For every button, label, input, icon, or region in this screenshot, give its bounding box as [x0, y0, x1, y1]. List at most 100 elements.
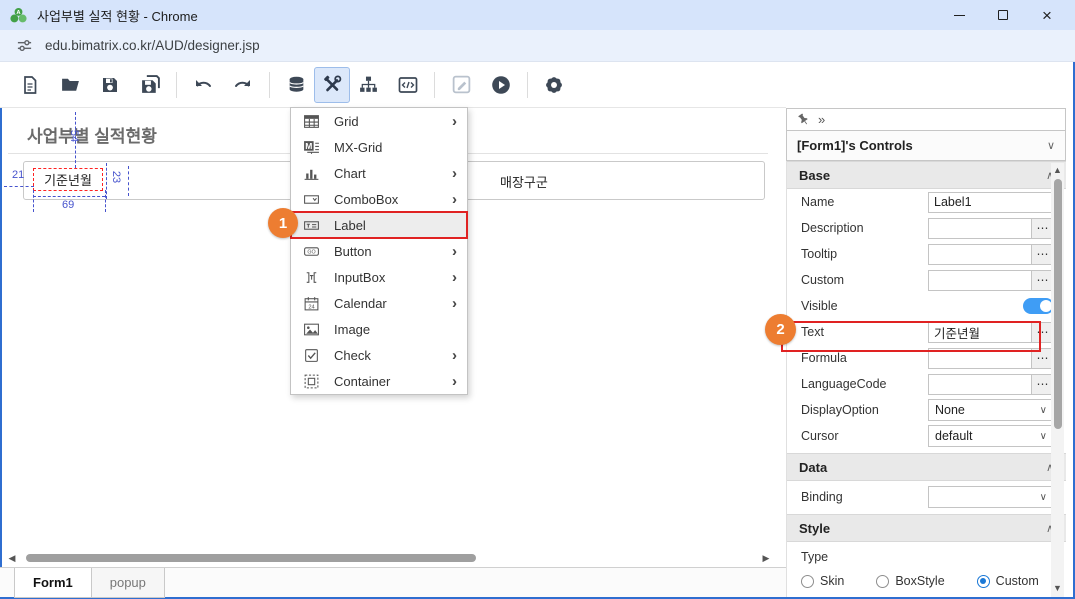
- guide-line-left: [4, 186, 34, 187]
- menu-item-calendar[interactable]: 24 Calendar ›: [291, 290, 467, 316]
- menu-item-combobox[interactable]: ComboBox ›: [291, 186, 467, 212]
- section-style[interactable]: Style ∧: [787, 514, 1066, 542]
- scroll-down-icon[interactable]: ▼: [1051, 583, 1064, 593]
- radio-custom[interactable]: [977, 575, 990, 588]
- submenu-arrow-icon: ›: [452, 270, 457, 285]
- maximize-icon: [998, 10, 1008, 20]
- guide-height-value: 23: [110, 171, 122, 183]
- menu-item-button[interactable]: GO Button ›: [291, 238, 467, 264]
- menu-item-label-control[interactable]: Label: [291, 212, 467, 238]
- save-all-button[interactable]: [132, 67, 168, 103]
- redo-button[interactable]: [225, 67, 261, 103]
- menu-item-check[interactable]: Check ›: [291, 342, 467, 368]
- maximize-button[interactable]: [981, 0, 1025, 30]
- edit-button[interactable]: [443, 67, 479, 103]
- component-tools-button[interactable]: [314, 67, 350, 103]
- component-menu: Grid › M MX-Grid Chart › ComboBox › Labe…: [290, 107, 468, 395]
- menu-item-image[interactable]: Image: [291, 316, 467, 342]
- save-button[interactable]: [92, 67, 128, 103]
- scrollbar-thumb[interactable]: [26, 554, 476, 562]
- cursor-select[interactable]: default∨: [928, 425, 1054, 447]
- undo-button[interactable]: [185, 67, 221, 103]
- ellipsis-button[interactable]: ⋯: [1031, 245, 1053, 264]
- prop-label: Formula: [801, 351, 928, 365]
- tab-popup[interactable]: popup: [92, 568, 165, 598]
- mx-grid-icon: M: [303, 139, 320, 156]
- tooltip-input[interactable]: [929, 245, 1031, 264]
- menu-item-label: InputBox: [334, 270, 452, 285]
- svg-text:GO: GO: [307, 249, 315, 255]
- ellipsis-button[interactable]: ⋯: [1031, 323, 1053, 342]
- menu-item-label: Grid: [334, 114, 452, 129]
- ellipsis-button[interactable]: ⋯: [1031, 375, 1053, 394]
- prop-row-description: Description ⋯: [787, 215, 1066, 241]
- submenu-arrow-icon: ›: [452, 296, 457, 311]
- menu-item-label: MX-Grid: [334, 140, 457, 155]
- radio-skin[interactable]: [801, 575, 814, 588]
- guide-tick-right: [105, 190, 106, 212]
- settings-button[interactable]: [536, 67, 572, 103]
- prop-label: Cursor: [801, 429, 928, 443]
- database-button[interactable]: [278, 67, 314, 103]
- text-input[interactable]: [929, 323, 1031, 342]
- selected-label-control[interactable]: 기준년월: [33, 168, 103, 191]
- menu-item-label: Calendar: [334, 296, 452, 311]
- code-icon: [397, 74, 419, 96]
- store-group-label[interactable]: 매장구군: [500, 172, 548, 191]
- toolbar-separator: [176, 72, 177, 98]
- menu-item-inputbox[interactable]: InputBox ›: [291, 264, 467, 290]
- minimize-button[interactable]: [937, 0, 981, 30]
- save-icon: [100, 75, 120, 95]
- menu-item-label: ComboBox: [334, 192, 452, 207]
- scroll-right-icon[interactable]: ▶: [760, 553, 772, 564]
- run-button[interactable]: [483, 67, 519, 103]
- ellipsis-button[interactable]: ⋯: [1031, 271, 1053, 290]
- binding-select[interactable]: ∨: [928, 486, 1054, 508]
- scrollbar-thumb[interactable]: [1054, 179, 1062, 429]
- ellipsis-button[interactable]: ⋯: [1031, 349, 1053, 368]
- guide-line-right1: [106, 163, 107, 199]
- scroll-left-icon[interactable]: ◀: [6, 553, 18, 564]
- radio-label: Skin: [820, 574, 844, 588]
- menu-item-container[interactable]: Container ›: [291, 368, 467, 394]
- pin-icon[interactable]: [794, 110, 812, 128]
- prop-label: LanguageCode: [801, 377, 928, 391]
- menu-item-mx-grid[interactable]: M MX-Grid: [291, 134, 467, 160]
- menu-item-grid[interactable]: Grid ›: [291, 108, 467, 134]
- section-data[interactable]: Data ∧: [787, 453, 1066, 481]
- guide-line-right2: [128, 166, 129, 196]
- languagecode-input[interactable]: [929, 375, 1031, 394]
- section-base[interactable]: Base ∧: [787, 161, 1066, 189]
- custom-input[interactable]: [929, 271, 1031, 290]
- panel-scrollbar[interactable]: ▲ ▼: [1051, 163, 1064, 597]
- prop-label: Name: [801, 195, 928, 209]
- displayoption-select[interactable]: None∨: [928, 399, 1054, 421]
- close-button[interactable]: ×: [1025, 0, 1069, 30]
- menu-item-chart[interactable]: Chart ›: [291, 160, 467, 186]
- address-url[interactable]: edu.bimatrix.co.kr/AUD/designer.jsp: [45, 38, 260, 53]
- visible-toggle[interactable]: [1023, 298, 1054, 314]
- tab-form1[interactable]: Form1: [14, 568, 92, 598]
- radio-boxstyle[interactable]: [876, 575, 889, 588]
- database-icon: [286, 74, 307, 95]
- submenu-arrow-icon: ›: [452, 114, 457, 129]
- section-title: Data: [799, 460, 1046, 475]
- canvas-h-scrollbar[interactable]: ◀ ▶: [6, 551, 772, 565]
- open-folder-button[interactable]: [52, 67, 88, 103]
- site-settings-icon[interactable]: [16, 37, 33, 54]
- ellipsis-button[interactable]: ⋯: [1031, 219, 1053, 238]
- formula-input[interactable]: [929, 349, 1031, 368]
- code-view-button[interactable]: [390, 67, 426, 103]
- description-input[interactable]: [929, 219, 1031, 238]
- name-input[interactable]: [929, 193, 1053, 212]
- panel-header[interactable]: [Form1]'s Controls ∨: [786, 131, 1066, 161]
- chevron-down-icon[interactable]: ∨: [1047, 139, 1055, 152]
- scroll-up-icon[interactable]: ▲: [1051, 165, 1064, 175]
- menu-item-label: Chart: [334, 166, 452, 181]
- hierarchy-button[interactable]: [350, 67, 386, 103]
- check-icon: [303, 347, 320, 364]
- new-document-button[interactable]: [12, 67, 48, 103]
- scrollbar-track[interactable]: [18, 553, 760, 563]
- collapse-panel-icon[interactable]: »: [818, 112, 825, 127]
- prop-row-binding: Binding ∨: [787, 484, 1066, 510]
